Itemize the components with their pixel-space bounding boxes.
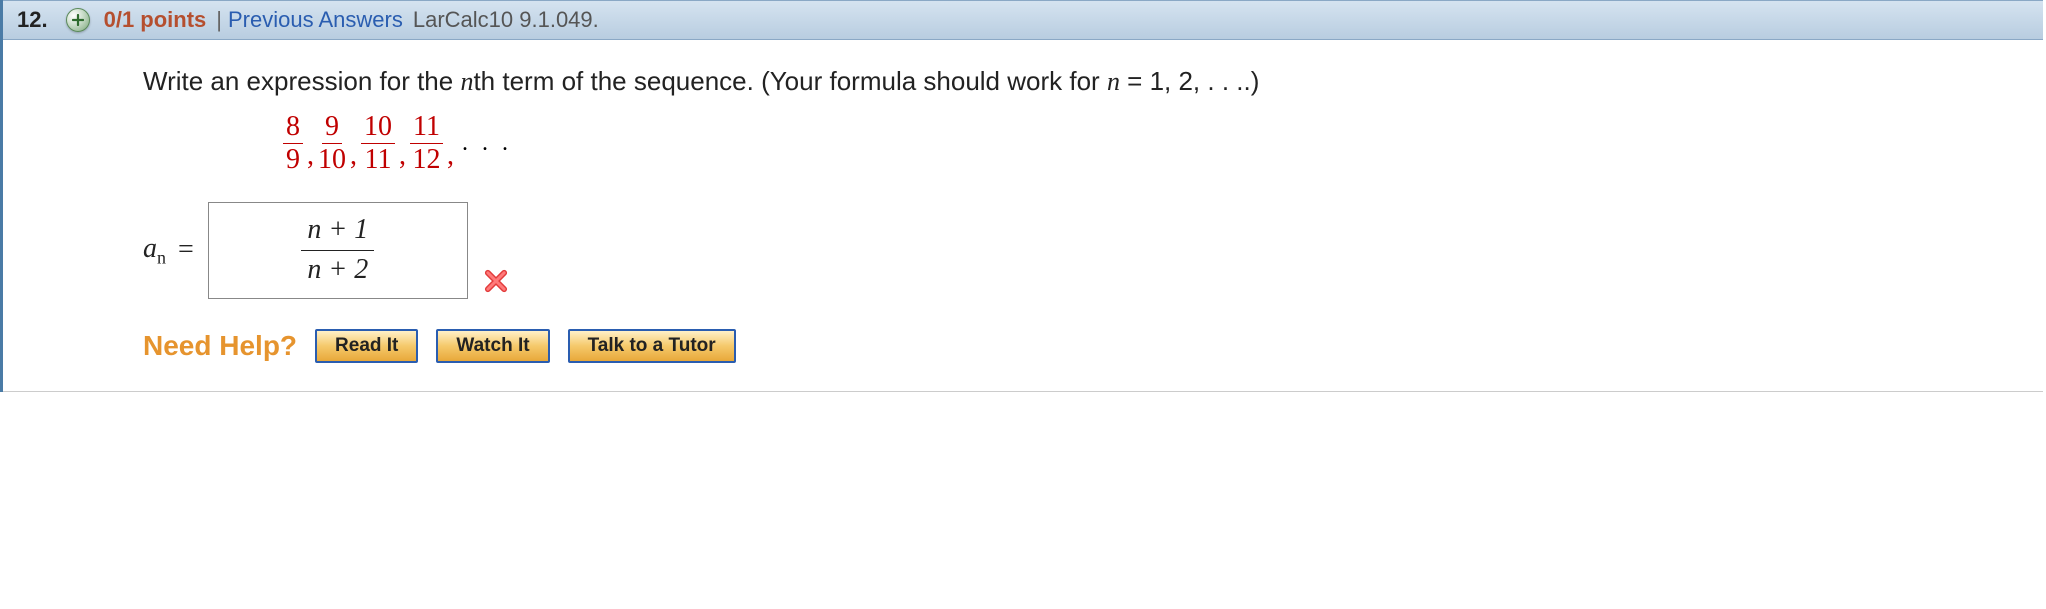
sequence-term: 11 12 [410,113,443,174]
equals-sign: = [178,234,194,266]
question-reference: LarCalc10 9.1.049. [413,7,599,33]
ellipsis: . . . [458,130,512,157]
question-number: 12. [17,7,48,33]
question-container: 12. 0/1 points | Previous Answers LarCal… [0,0,2043,392]
comma: , [447,140,454,174]
previous-answers-link[interactable]: Previous Answers [228,7,403,33]
incorrect-icon [482,267,510,303]
an-label: an [143,233,166,269]
prompt-n2: n [1107,67,1120,96]
sequence-term: 8 9 [283,113,303,174]
watch-it-button[interactable]: Watch It [436,329,549,363]
expand-icon[interactable] [66,8,90,32]
comma: , [399,140,406,174]
talk-to-tutor-button[interactable]: Talk to a Tutor [568,329,736,363]
sequence-term: 9 10 [318,113,346,174]
prompt-mid: th term of the sequence. (Your formula s… [473,66,1106,96]
points-text: 0/1 points [104,7,207,33]
read-it-button[interactable]: Read It [315,329,418,363]
sequence-term: 10 11 [361,113,395,174]
question-header: 12. 0/1 points | Previous Answers LarCal… [3,0,2043,40]
comma: , [350,140,357,174]
need-help-label: Need Help? [143,330,297,362]
help-row: Need Help? Read It Watch It Talk to a Tu… [143,329,2043,363]
comma: , [307,140,314,174]
answer-numerator: n + 1 [301,215,374,251]
answer-input[interactable]: n + 1 n + 2 [208,202,468,299]
answer-row: an = n + 1 n + 2 [143,202,2043,299]
separator: | [216,7,222,33]
answer-denominator: n + 2 [307,251,368,286]
prompt-n: n [460,67,473,96]
question-body: Write an expression for the nth term of … [3,40,2043,392]
prompt-text: Write an expression for the nth term of … [143,66,2043,97]
prompt-suffix: = 1, 2, . . ..) [1120,66,1259,96]
prompt-prefix: Write an expression for the [143,66,460,96]
sequence-display: 8 9 , 9 10 , 10 11 , 11 12 , . . . [283,113,2043,174]
